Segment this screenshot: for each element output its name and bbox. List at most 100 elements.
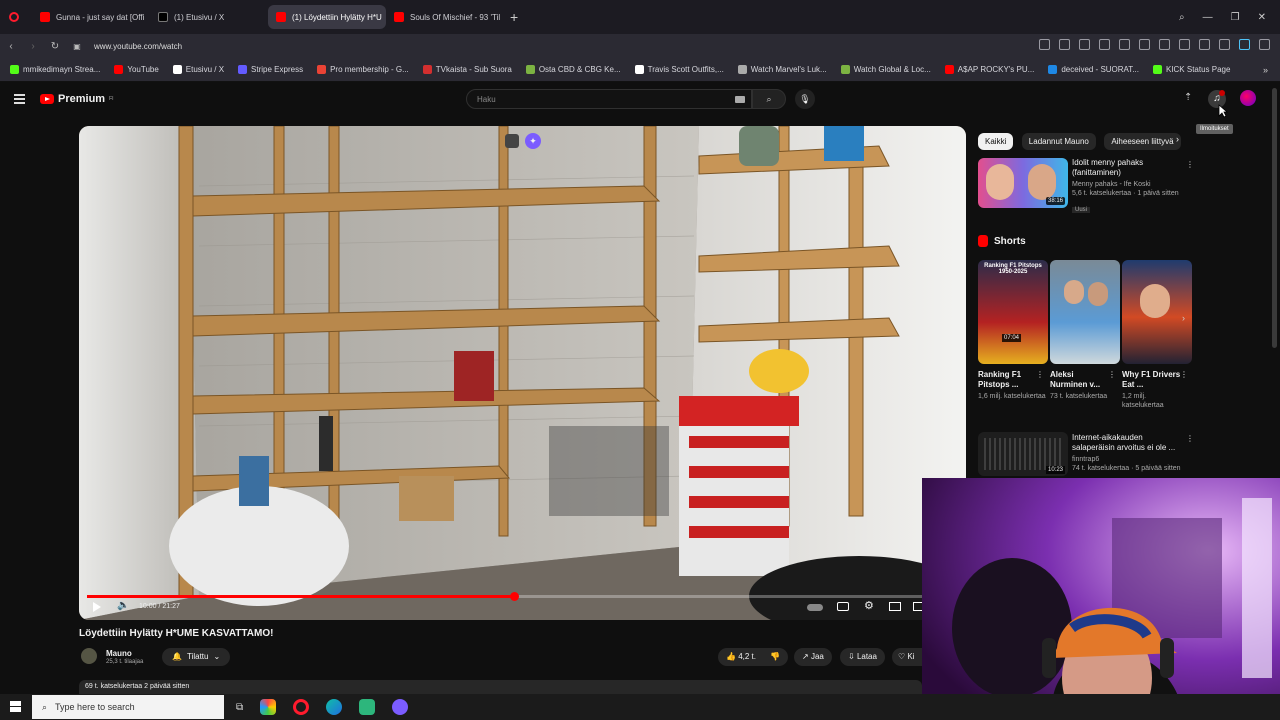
bookmark-item[interactable]: TVkaista - Sub Suora <box>422 65 512 74</box>
bookmark-item[interactable]: mmikedimayn Strea... <box>10 65 100 74</box>
more-options-icon[interactable]: ⋮ <box>1186 434 1194 443</box>
microphone-icon[interactable]: 🎙 <box>795 89 815 109</box>
bookmark-item[interactable]: Watch Global & Loc... <box>840 65 931 74</box>
windows-start-icon[interactable] <box>10 701 21 712</box>
reload-icon[interactable]: ↻ <box>44 41 66 52</box>
opera-icon[interactable] <box>4 7 24 27</box>
video-thumbnail[interactable]: 38:16 <box>978 158 1068 208</box>
progress-track[interactable] <box>87 592 958 601</box>
hamburger-menu-icon[interactable] <box>14 94 25 104</box>
volume-icon[interactable]: 🔈 <box>117 600 129 611</box>
settings-gear-icon[interactable]: ⚙ <box>864 599 874 612</box>
browser-tab[interactable]: (1) Etusivu / X <box>150 5 268 29</box>
bookmark-item[interactable]: Travis Scott Outfits,... <box>634 65 724 74</box>
browser-tab[interactable]: Gunna - just say dat [Offi <box>32 5 150 29</box>
more-options-icon[interactable]: ⋮ <box>1036 370 1044 379</box>
settings-icon[interactable] <box>1259 39 1270 50</box>
edge-icon[interactable] <box>326 699 343 715</box>
video-thumbnail[interactable]: 10:23 <box>978 432 1068 476</box>
new-tab-button[interactable]: + <box>510 9 518 25</box>
miniplayer-icon[interactable] <box>889 602 901 611</box>
chip-all[interactable]: Kaikki <box>978 133 1014 150</box>
spreadsheet-app-icon[interactable] <box>359 699 376 715</box>
more-options-icon[interactable]: ⋮ <box>1186 160 1194 169</box>
bookmarks-more-icon[interactable]: » <box>1263 65 1280 75</box>
player-icon[interactable] <box>1139 39 1150 50</box>
bookmark-item[interactable]: Stripe Express <box>238 65 303 74</box>
subscribe-button[interactable]: 🔔 Tilattu ⌄ <box>162 648 231 666</box>
ai-overlay-icon[interactable] <box>505 134 519 148</box>
extension-icon[interactable] <box>1119 39 1130 50</box>
bookmark-item[interactable]: A$AP ROCKY's PU... <box>944 65 1034 74</box>
camera-icon[interactable] <box>1079 39 1090 50</box>
rec-channel[interactable]: Menny pahaks - Ife Koski <box>1072 180 1182 189</box>
youtube-premium-logo[interactable]: Premium FI <box>40 93 114 105</box>
close-window-icon[interactable]: ✕ <box>1258 12 1266 23</box>
bookmark-item[interactable]: Watch Marvel's Luk... <box>737 65 827 74</box>
search-page-icon[interactable] <box>1039 39 1050 50</box>
page-scrollbar[interactable] <box>1272 88 1277 348</box>
keyboard-icon[interactable] <box>735 96 745 103</box>
more-options-icon[interactable]: ⋮ <box>1108 370 1116 379</box>
bookmark-item[interactable]: Osta CBD & CBG Ke... <box>525 65 621 74</box>
short-views: 1,6 milj. katselukertaa <box>978 393 1046 400</box>
wallet-icon[interactable] <box>1219 39 1230 50</box>
maximize-icon[interactable]: ❐ <box>1231 12 1240 23</box>
progress-scrubber[interactable] <box>509 592 519 601</box>
bookmark-item[interactable]: Pro membership - G... <box>317 65 409 74</box>
edit-icon[interactable] <box>1059 39 1070 50</box>
youtube-icon <box>394 12 404 22</box>
rec-title[interactable]: Internet-aikakauden salaperäisin arvoitu… <box>1072 433 1184 453</box>
back-icon[interactable]: ‹ <box>0 41 22 52</box>
thanks-button[interactable]: ♡ Ki <box>892 648 922 666</box>
description-box[interactable]: 69 t. katselukertaa 2 päivää sitten <box>79 680 922 694</box>
bookmark-item[interactable]: deceived - SUORAT... <box>1048 65 1139 74</box>
rec-title[interactable]: Idolit menny pahaks (fanittaminen) <box>1072 158 1182 178</box>
share-button[interactable]: ↗ Jaa <box>794 648 832 666</box>
browser-tab[interactable]: Souls Of Mischief - 93 'Til <box>386 5 504 29</box>
short-thumbnail[interactable] <box>1050 260 1120 364</box>
browser-tab-active[interactable]: (1) Löydettiin Hylätty H*U <box>268 5 386 29</box>
aria-icon[interactable] <box>1239 39 1250 50</box>
like-button[interactable]: 👍 4,2 t. <box>718 648 756 666</box>
captions-icon[interactable] <box>837 602 849 611</box>
chip-by-channel[interactable]: Ladannut Mauno <box>1021 133 1096 150</box>
forward-icon[interactable]: › <box>22 41 44 52</box>
upload-icon[interactable]: ⇡ <box>1184 92 1192 103</box>
play-button[interactable] <box>93 602 101 612</box>
download-button[interactable]: ⇩ Lataa <box>840 648 885 666</box>
more-options-icon[interactable]: ⋮ <box>1180 370 1188 379</box>
avatar[interactable] <box>1240 90 1256 106</box>
task-view-icon[interactable]: ⧉ <box>236 702 243 713</box>
short-thumbnail[interactable]: Ranking F1 Pitstops 1950-2025 07:04 <box>978 260 1048 364</box>
video-player[interactable]: ✦ 🔈 10:00 / 21:27 ⚙ <box>79 126 966 620</box>
discord-like-icon[interactable] <box>392 699 409 715</box>
chip-related[interactable]: Aiheeseen liittyvä <box>1104 133 1181 150</box>
vpn-icon[interactable] <box>1099 39 1110 50</box>
bookmark-item[interactable]: KICK Status Page <box>1152 65 1230 74</box>
short-title[interactable]: Aleksi Nurminen v... <box>1050 370 1112 390</box>
dislike-button[interactable]: 👎 <box>770 648 788 666</box>
shorts-next-icon[interactable]: › <box>1182 313 1185 323</box>
heart-icon[interactable] <box>1159 39 1170 50</box>
search-input[interactable]: Haku <box>466 89 752 109</box>
autoplay-toggle[interactable] <box>807 604 823 611</box>
rec-channel[interactable]: finntrap6 <box>1072 455 1184 464</box>
channel-name[interactable]: Mauno <box>106 649 132 658</box>
bookmark-item[interactable]: Etusivu / X <box>172 65 224 74</box>
taskbar-search-input[interactable]: ⌕ Type here to search <box>32 695 224 719</box>
menu-icon[interactable] <box>1199 39 1210 50</box>
channel-avatar[interactable] <box>81 648 97 664</box>
minimize-icon[interactable]: — <box>1203 12 1213 23</box>
search-button[interactable]: ⌕ <box>752 89 786 109</box>
opera-taskbar-icon[interactable] <box>293 699 310 715</box>
chips-next-icon[interactable]: › <box>1176 134 1179 144</box>
url-field[interactable]: www.youtube.com/watch <box>94 42 182 51</box>
bookmark-item[interactable]: YouTube <box>114 65 159 74</box>
search-tabs-icon[interactable]: ⌕ <box>1179 12 1185 23</box>
ai-sparkle-icon[interactable]: ✦ <box>525 133 541 149</box>
download-icon[interactable] <box>1179 39 1190 50</box>
colorful-app-icon[interactable] <box>260 699 277 715</box>
short-thumbnail[interactable] <box>1122 260 1192 364</box>
short-title[interactable]: Why F1 Drivers Eat ... <box>1122 370 1184 390</box>
